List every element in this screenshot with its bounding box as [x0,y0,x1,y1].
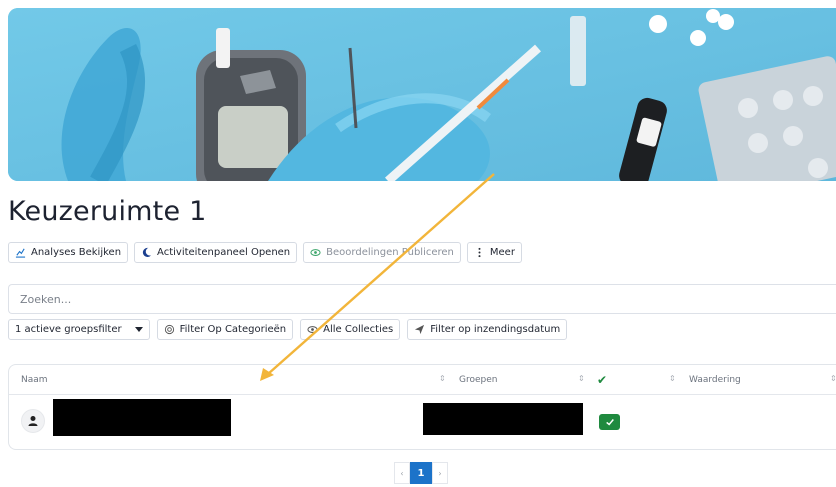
previous-page-button[interactable]: ‹ [394,462,410,484]
check-icon [605,419,614,426]
eye-icon [307,324,318,335]
column-groups-label: Groepen [459,375,498,385]
sort-icon[interactable]: ⇕ [669,374,676,383]
search-input[interactable] [9,285,836,313]
action-toolbar: Analyses Bekijken Activiteitenpaneel Ope… [8,242,522,263]
view-analytics-button[interactable]: Analyses Bekijken [8,242,129,263]
all-collections-button[interactable]: Alle Collecties [300,319,401,340]
vertical-dots-icon [474,247,485,258]
header-banner-image [8,8,836,181]
redacted-group-name [423,403,583,435]
filter-submission-date-label: Filter op inzendingsdatum [430,324,561,335]
column-header-groups[interactable]: Groepen [459,365,497,395]
group-filter-dropdown[interactable]: 1 actieve groepsfilter [8,319,150,340]
page-1-button[interactable]: 1 [410,462,432,484]
publish-reviews-button[interactable]: Beoordelingen Publiceren [303,242,461,263]
next-page-button[interactable]: › [432,462,448,484]
sort-icon[interactable]: ⇕ [830,374,836,383]
submissions-table: Naam ⇕ Groepen ⇕ ✔ ⇕ Waardering ⇕ [8,364,836,450]
sort-icon[interactable]: ⇕ [578,374,585,383]
pagination: ‹ 1 › [394,462,448,484]
open-activity-panel-button[interactable]: Activiteitenpaneel Openen [134,242,298,263]
column-status-check-icon: ✔ [597,373,608,387]
moon-icon [141,247,152,258]
status-check-badge[interactable] [599,414,620,430]
more-label: Meer [489,247,515,258]
column-header-rating[interactable]: Waardering [689,365,741,395]
filter-category-label: Filter Op Categorieën [179,324,287,335]
more-button[interactable]: Meer [466,242,522,263]
all-collections-label: Alle Collecties [323,324,394,335]
user-icon [28,416,38,426]
caret-down-icon [134,327,143,332]
avatar [21,409,45,433]
open-activity-panel-label: Activiteitenpaneel Openen [157,247,291,258]
filter-submission-date-button[interactable]: Filter op inzendingsdatum [407,319,568,340]
sort-icon[interactable]: ⇕ [439,374,446,383]
page-title: Keuzeruimte 1 [8,196,207,227]
eye-icon [310,247,321,258]
column-header-name[interactable]: Naam [21,365,48,395]
filter-bar: 1 actieve groepsfilter Filter Op Categor… [8,319,568,340]
group-filter-label: 1 actieve groepsfilter [15,324,122,335]
chart-icon [15,247,26,258]
redacted-student-name [53,399,231,436]
column-name-label: Naam [21,375,48,385]
column-rating-label: Waardering [689,375,741,385]
send-icon [414,324,425,335]
table-row[interactable] [9,395,836,450]
filter-category-button[interactable]: Filter Op Categorieën [156,319,294,340]
view-analytics-label: Analyses Bekijken [31,247,122,258]
column-header-status[interactable]: ✔ [597,365,607,395]
publish-reviews-label: Beoordelingen Publiceren [326,247,454,258]
table-header: Naam ⇕ Groepen ⇕ ✔ ⇕ Waardering ⇕ [9,365,836,395]
target-icon [164,324,175,335]
search-box [8,284,836,314]
